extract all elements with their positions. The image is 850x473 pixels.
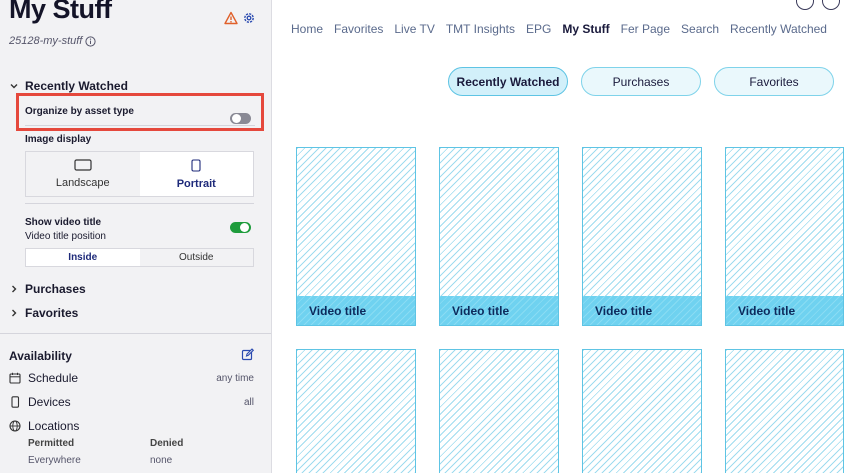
schedule-value: any time [216,372,254,384]
organize-by-asset-type-toggle[interactable] [230,113,251,124]
section-favorites-label: Favorites [25,306,79,320]
show-video-title-label: Show video title [25,217,102,228]
nav-favorites[interactable]: Favorites [334,22,383,36]
video-card-title: Video title [726,296,843,325]
nav-my-stuff[interactable]: My Stuff [562,22,609,36]
video-title-position-selector: Inside Outside [25,248,254,267]
video-card[interactable] [439,349,559,473]
title-position-inside[interactable]: Inside [26,249,140,266]
schedule-label: Schedule [28,371,79,385]
image-option-portrait-label: Portrait [176,177,216,190]
refresh-icon[interactable] [822,0,840,10]
image-option-landscape-label: Landscape [55,177,110,189]
chevron-down-icon [10,84,18,89]
availability-schedule[interactable]: Schedule any time [9,371,254,385]
sidebar: My Stuff 25128-my-stuff Recently Watched… [0,0,272,473]
calendar-icon [9,372,21,384]
edit-icon[interactable] [241,348,254,361]
image-display-label: Image display [25,134,92,145]
devices-label: Devices [28,395,71,409]
section-purchases[interactable]: Purchases [9,282,86,296]
globe-icon [9,420,21,432]
permitted-value: Everywhere [28,455,81,466]
nav-search[interactable]: Search [681,22,719,36]
availability-title: Availability [9,349,72,363]
availability-locations[interactable]: Locations [9,419,254,433]
nav-fer-page[interactable]: Fer Page [621,22,670,36]
landscape-icon [74,159,92,171]
permitted-label: Permitted [28,438,75,449]
video-card-title: Video title [297,296,415,325]
info-icon[interactable] [796,0,814,10]
video-card[interactable]: Video title [582,147,702,326]
top-navigation: Home Favorites Live TV TMT Insights EPG … [291,22,827,36]
toggle-knob [240,223,249,232]
video-title-position-label: Video title position [25,231,106,242]
page-title: My Stuff [9,0,112,24]
video-card[interactable]: Video title [296,147,416,326]
locations-label: Locations [28,419,80,433]
page-slug: 25128-my-stuff [9,35,96,47]
tab-recently-watched[interactable]: Recently Watched [448,67,568,96]
warning-icon[interactable] [224,11,238,25]
title-position-outside[interactable]: Outside [140,249,254,266]
nav-epg[interactable]: EPG [526,22,551,36]
chevron-right-icon [12,285,17,293]
page-slug-text: 25128-my-stuff [9,35,83,47]
info-icon[interactable] [85,35,96,47]
section-favorites[interactable]: Favorites [9,306,78,320]
divider [25,203,254,204]
denied-value: none [150,455,173,466]
device-icon [11,396,20,408]
video-card-title: Video title [583,296,701,325]
gear-icon[interactable] [242,11,256,25]
nav-home[interactable]: Home [291,22,323,36]
video-card-title: Video title [440,296,558,325]
divider [0,333,271,334]
section-purchases-label: Purchases [25,282,86,296]
video-card[interactable]: Video title [725,147,844,326]
organize-by-asset-type-label: Organize by asset type [25,106,134,117]
section-recently-watched[interactable]: Recently Watched [9,79,128,93]
tab-favorites[interactable]: Favorites [714,67,834,96]
video-card[interactable] [725,349,844,473]
devices-value: all [243,396,254,408]
video-card[interactable] [582,349,702,473]
chevron-right-icon [12,309,17,317]
nav-recently-watched[interactable]: Recently Watched [730,22,827,36]
divider [25,125,255,126]
nav-live-tv[interactable]: Live TV [394,22,434,36]
show-video-title-toggle[interactable] [230,222,251,233]
image-option-landscape[interactable]: Landscape [26,152,140,196]
tab-purchases[interactable]: Purchases [581,67,701,96]
toggle-knob [232,114,241,123]
video-card[interactable] [296,349,416,473]
video-card[interactable]: Video title [439,147,559,326]
nav-tmt-insights[interactable]: TMT Insights [446,22,515,36]
image-display-selector: Landscape Portrait [25,151,254,197]
image-option-portrait[interactable]: Portrait [139,152,253,196]
denied-label: Denied [150,438,184,449]
availability-devices[interactable]: Devices all [9,395,254,409]
section-recently-watched-label: Recently Watched [25,79,128,93]
portrait-icon [191,158,201,172]
